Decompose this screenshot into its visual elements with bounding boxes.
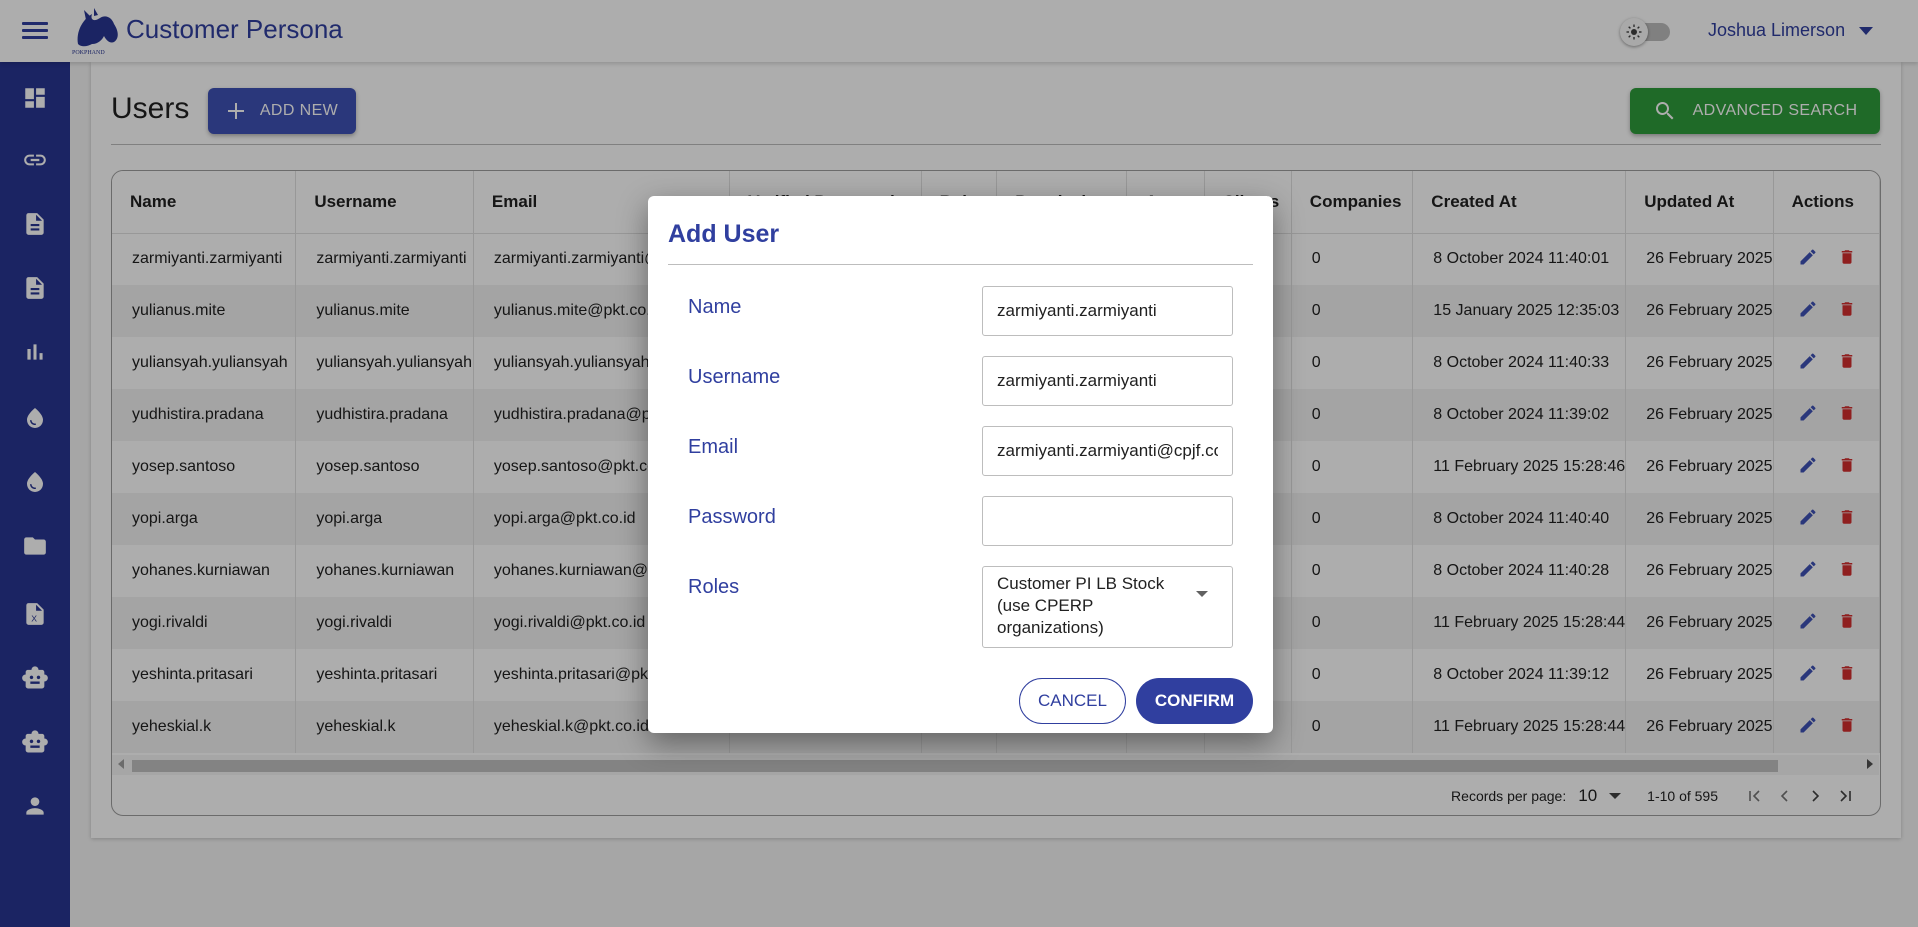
roles-select[interactable]: Customer PI LB Stock (use CPERP organiza…: [982, 566, 1233, 648]
password-label: Password: [688, 506, 776, 528]
username-field[interactable]: [982, 356, 1233, 406]
dialog-title: Add User: [668, 220, 780, 248]
name-label: Name: [688, 296, 742, 318]
dialog-divider: [668, 264, 1253, 265]
name-field[interactable]: [982, 286, 1233, 336]
email-label: Email: [688, 436, 739, 458]
cancel-button[interactable]: CANCEL: [1019, 678, 1126, 724]
email-field[interactable]: [982, 426, 1233, 476]
roles-selected-value: Customer PI LB Stock (use CPERP organiza…: [997, 574, 1165, 637]
confirm-button[interactable]: CONFIRM: [1136, 678, 1253, 724]
username-label: Username: [688, 366, 781, 388]
chevron-down-icon: [1196, 591, 1208, 597]
add-user-dialog: Add User Name Username Email Password Ro…: [648, 196, 1273, 733]
password-field[interactable]: [982, 496, 1233, 546]
roles-label: Roles: [688, 576, 740, 598]
